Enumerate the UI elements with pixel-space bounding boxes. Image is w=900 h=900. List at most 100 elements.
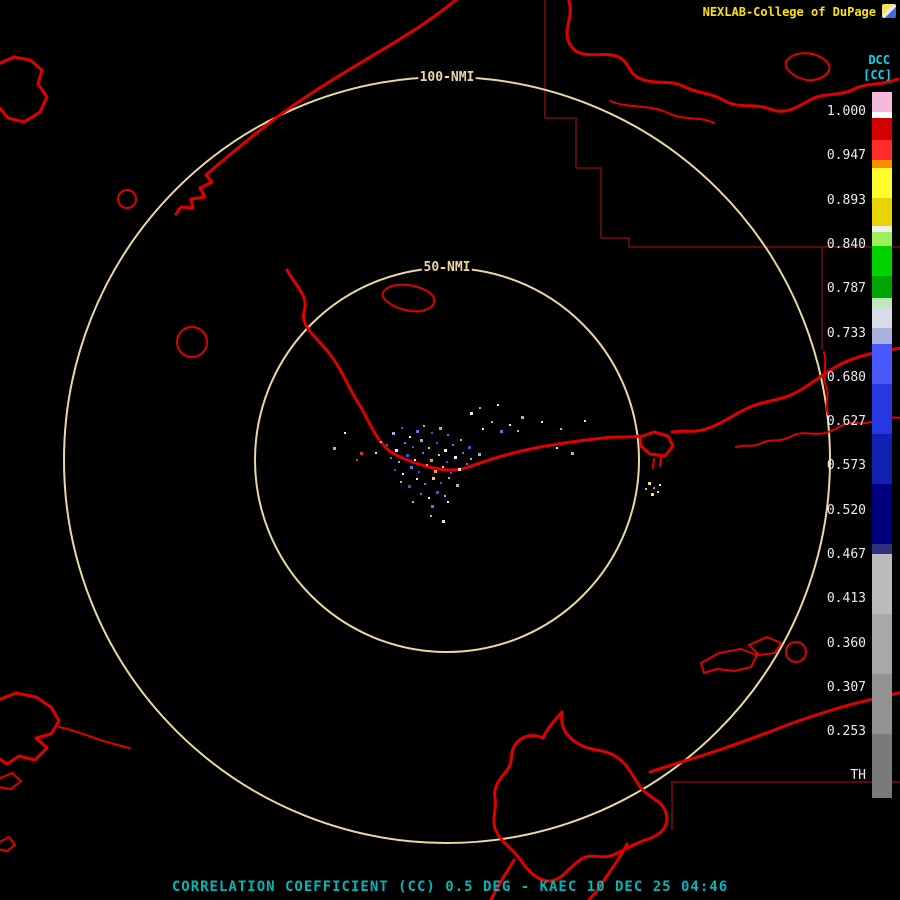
- radar-display: 100 NMI 50 NMI NEXLAB-College of DuPage …: [0, 0, 900, 900]
- echo-pixel: [404, 442, 406, 444]
- echo-pixel: [462, 452, 464, 454]
- colorbar-segment: [872, 308, 892, 328]
- coastline-path: [176, 0, 458, 214]
- echo-pixel: [645, 488, 647, 490]
- echo-pixel: [394, 469, 396, 471]
- echo-pixel: [423, 425, 425, 427]
- echo-pixel: [420, 493, 422, 495]
- echo-pixel: [657, 491, 659, 493]
- colorbar-segment: [872, 434, 892, 484]
- island-outline: [640, 432, 673, 456]
- echo-pixel: [458, 468, 461, 471]
- echo-pixel: [651, 493, 654, 496]
- island-outline: [749, 637, 781, 655]
- echo-pixel: [430, 459, 433, 462]
- colorbar-segment: [872, 246, 892, 276]
- echo-pixel: [470, 412, 473, 415]
- coastline-path: [824, 352, 828, 414]
- colorbar-segment: [872, 276, 892, 298]
- echo-pixel: [482, 428, 484, 430]
- echo-pixel: [408, 485, 411, 488]
- echo-pixel: [398, 461, 400, 463]
- coastline-path: [0, 693, 59, 764]
- echo-pixel: [436, 442, 438, 444]
- colorbar: [872, 92, 892, 798]
- lake-outline: [786, 642, 806, 662]
- echo-pixel: [466, 463, 468, 465]
- branding-text: NEXLAB-College of DuPage: [703, 5, 876, 19]
- echo-pixel: [431, 432, 433, 434]
- echo-pixel: [659, 484, 661, 486]
- colorbar-segment: [872, 118, 892, 140]
- coastline-path: [672, 348, 900, 432]
- range-ring-label-inner: 50 NMI: [424, 260, 471, 275]
- range-rings: [64, 77, 830, 843]
- echo-pixel: [470, 458, 472, 460]
- lake-outline: [494, 712, 667, 881]
- echo-pixel: [541, 421, 543, 423]
- map-svg: 100 NMI 50 NMI: [0, 0, 900, 900]
- legend-th-label: TH: [796, 768, 866, 783]
- echo-pixel: [446, 461, 448, 463]
- coastline-path: [650, 692, 900, 772]
- echo-pixel: [517, 430, 519, 432]
- lake-outline: [177, 327, 207, 357]
- range-ring-inner: [255, 268, 639, 652]
- range-ring-labels: 100 NMI 50 NMI: [420, 70, 475, 275]
- echo-pixel: [450, 472, 452, 474]
- colorbar-segment: [872, 544, 892, 554]
- coastline-layer: [0, 0, 900, 900]
- echo-pixel: [432, 477, 435, 480]
- echo-pixel: [406, 454, 409, 457]
- colorbar-segment: [872, 328, 892, 344]
- echo-pixel: [410, 466, 413, 469]
- echo-pixel: [440, 482, 442, 484]
- echo-pixel: [497, 404, 499, 406]
- echo-pixel: [452, 444, 454, 446]
- coastline-path: [0, 57, 47, 122]
- legend-product-label: DCC: [868, 53, 890, 67]
- echo-pixel: [478, 453, 481, 456]
- echo-pixel: [438, 454, 440, 456]
- coastline-path: [59, 727, 130, 748]
- echo-pixel: [428, 447, 430, 449]
- colorbar-segment: [872, 160, 892, 168]
- echo-pixel: [648, 482, 651, 485]
- echo-pixel: [392, 432, 395, 435]
- island-outline: [786, 53, 830, 80]
- echo-pixel: [386, 444, 388, 446]
- echo-pixel: [491, 421, 493, 423]
- echo-pixel: [420, 439, 423, 442]
- echo-pixel: [468, 446, 471, 449]
- coastline-path: [610, 101, 714, 123]
- echo-pixel: [584, 420, 586, 422]
- colorbar-segment: [872, 344, 892, 384]
- range-ring-outer: [64, 77, 830, 843]
- echo-pixel: [418, 471, 420, 473]
- colorbar-segment: [872, 298, 892, 308]
- echo-pixel: [380, 441, 382, 443]
- echo-pixel: [444, 449, 447, 452]
- echo-pixel: [430, 515, 432, 517]
- echo-pixel: [412, 501, 414, 503]
- echo-pixel: [500, 430, 503, 433]
- echo-layer: [333, 404, 661, 523]
- echo-pixel: [454, 456, 457, 459]
- colorbar-segment: [872, 168, 892, 198]
- echo-pixel: [447, 501, 449, 503]
- colorbar-segment: [872, 554, 892, 614]
- colorbar-segment: [872, 614, 892, 674]
- echo-pixel: [416, 430, 419, 433]
- colorbar-segment: [872, 384, 892, 434]
- echo-pixel: [426, 464, 428, 466]
- echo-pixel: [333, 447, 336, 450]
- echo-pixel: [560, 428, 562, 430]
- colorbar-segment: [872, 198, 892, 226]
- product-caption: CORRELATION COEFFICIENT (CC) 0.5 DEG - K…: [0, 879, 900, 895]
- lake-outline: [118, 190, 136, 208]
- boundary-path: [545, 0, 900, 247]
- echo-pixel: [409, 436, 411, 438]
- echo-pixel: [439, 427, 442, 430]
- island-outline: [0, 837, 15, 851]
- lake-outline: [383, 285, 435, 312]
